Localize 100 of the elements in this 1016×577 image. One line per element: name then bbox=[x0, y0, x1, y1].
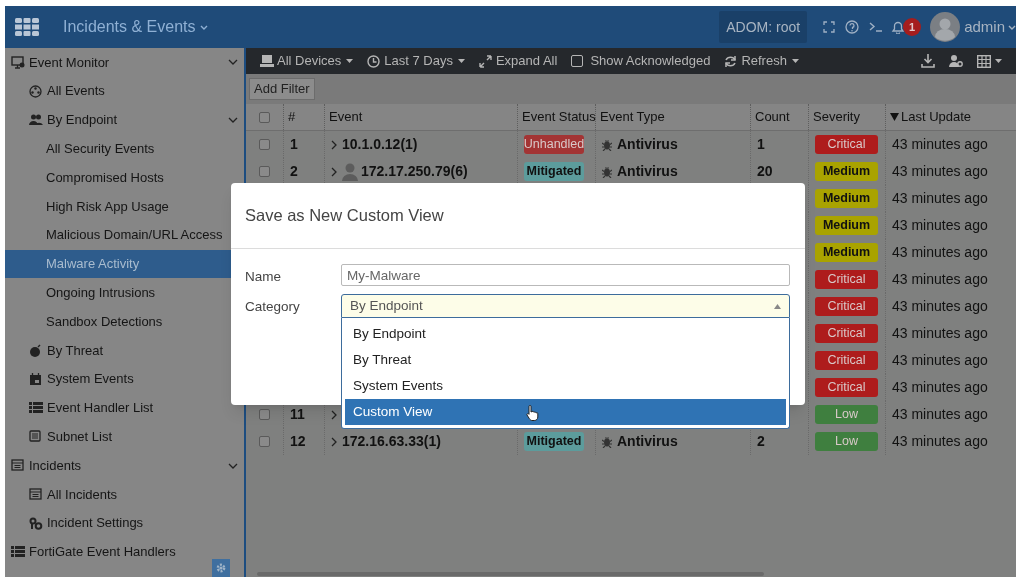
column-header[interactable]: Event Type bbox=[600, 107, 665, 127]
select-all-checkbox[interactable] bbox=[259, 111, 270, 123]
toolbar-dropdown[interactable]: Refresh bbox=[724, 51, 799, 71]
last-update: 43 minutes ago bbox=[892, 189, 988, 208]
users-icon bbox=[29, 113, 43, 127]
toolbar-dropdown[interactable]: All Devices bbox=[260, 51, 354, 71]
event-count: 20 bbox=[757, 162, 773, 181]
severity-tag: Critical bbox=[815, 378, 878, 397]
bug-icon bbox=[602, 165, 612, 178]
row-checkbox[interactable] bbox=[259, 166, 270, 177]
sidebar-item[interactable]: Event Handler List bbox=[5, 393, 244, 423]
sidebar-item[interactable]: All Events bbox=[5, 76, 244, 106]
column-header[interactable]: Event Status bbox=[522, 107, 596, 127]
dropdown-option[interactable]: Custom View bbox=[345, 399, 786, 426]
row-checkbox[interactable] bbox=[259, 436, 270, 447]
adom-selector[interactable]: ADOM: root bbox=[719, 11, 808, 43]
columns-button[interactable] bbox=[977, 54, 1002, 68]
sidebar-item[interactable]: System Events bbox=[5, 364, 244, 394]
row-number: 12 bbox=[290, 432, 306, 451]
grid-icon bbox=[977, 54, 991, 68]
field-label: Category bbox=[245, 298, 301, 317]
gears-icon bbox=[29, 516, 43, 530]
subnet-icon bbox=[29, 430, 43, 444]
monitor-icon bbox=[11, 55, 25, 69]
list-icon bbox=[11, 545, 25, 559]
last-update: 43 minutes ago bbox=[892, 297, 988, 316]
severity-tag: Critical bbox=[815, 270, 878, 289]
dropdown-option[interactable]: By Threat bbox=[345, 347, 786, 374]
severity-tag: Critical bbox=[815, 297, 878, 316]
refresh-icon bbox=[724, 54, 739, 68]
column-header[interactable]: Event bbox=[329, 107, 363, 127]
add-filter-button[interactable]: Add Filter bbox=[249, 78, 315, 100]
column-header[interactable]: # bbox=[288, 107, 296, 127]
sidebar-item[interactable]: Incident Settings bbox=[5, 508, 244, 538]
last-update: 43 minutes ago bbox=[892, 351, 988, 370]
device-icon bbox=[260, 54, 274, 68]
list-icon bbox=[29, 401, 43, 415]
column-header[interactable]: Last Update bbox=[901, 107, 972, 127]
row-checkbox[interactable] bbox=[259, 139, 270, 150]
window-icon bbox=[11, 459, 25, 473]
dropdown-option[interactable]: By Endpoint bbox=[345, 321, 786, 348]
name-input[interactable]: My-Malware bbox=[341, 264, 790, 286]
severity-tag: Critical bbox=[815, 135, 878, 154]
last-update: 43 minutes ago bbox=[892, 135, 988, 154]
toolbar-button[interactable]: Expand All bbox=[478, 51, 558, 71]
row-number: 1 bbox=[290, 135, 298, 154]
sidebar-item[interactable]: All Incidents bbox=[5, 479, 244, 509]
caret-down-icon bbox=[791, 58, 799, 64]
row-checkbox[interactable] bbox=[259, 409, 270, 420]
caret-down-icon bbox=[346, 58, 354, 64]
bell-icon bbox=[891, 20, 906, 34]
sidebar-item[interactable]: By Threat bbox=[5, 335, 244, 365]
severity-tag: Medium bbox=[815, 162, 878, 181]
sidebar-item[interactable]: FortiGate Event Handlers bbox=[5, 537, 244, 567]
category-select[interactable]: By Endpoint bbox=[341, 294, 790, 319]
notification-badge: 1 bbox=[903, 18, 922, 36]
severity-tag: Critical bbox=[815, 324, 878, 343]
sidebar-item[interactable]: Event Monitor bbox=[5, 48, 244, 77]
sidebar-item[interactable]: Subnet List bbox=[5, 422, 244, 452]
last-update: 43 minutes ago bbox=[892, 162, 988, 181]
sidebar-item[interactable]: Incidents bbox=[5, 451, 244, 480]
column-header[interactable]: Severity bbox=[813, 107, 860, 127]
bug-icon bbox=[602, 138, 612, 151]
last-update: 43 minutes ago bbox=[892, 216, 988, 235]
event-count: 2 bbox=[757, 432, 765, 451]
toolbar-dropdown[interactable]: Last 7 Days bbox=[367, 51, 465, 71]
clock-icon bbox=[367, 54, 382, 68]
event-type: Antivirus bbox=[617, 162, 678, 181]
user-settings-icon bbox=[949, 54, 963, 68]
event-name: 172.16.63.33(1) bbox=[342, 432, 441, 451]
expand-icon bbox=[478, 54, 493, 68]
column-header[interactable]: Count bbox=[755, 107, 790, 127]
caret-up-icon bbox=[774, 303, 781, 309]
sidebar-item[interactable]: All Security Events bbox=[5, 134, 244, 164]
status-tag: Unhandled bbox=[524, 135, 584, 154]
status-tag: Mitigated bbox=[524, 162, 584, 181]
last-update: 43 minutes ago bbox=[892, 405, 988, 424]
last-update: 43 minutes ago bbox=[892, 378, 988, 397]
bug-icon bbox=[602, 435, 612, 448]
app-menu[interactable]: Incidents & Events bbox=[63, 15, 209, 39]
hand-cursor-icon bbox=[525, 405, 539, 423]
chevron-down-icon bbox=[228, 59, 238, 66]
severity-tag: Low bbox=[815, 405, 878, 424]
chevron-down-icon bbox=[228, 462, 238, 469]
user-menu[interactable]: admin bbox=[964, 15, 1016, 39]
chevron-down-icon bbox=[199, 23, 209, 31]
sidebar-item[interactable]: Compromised Hosts bbox=[5, 163, 244, 192]
chevron-down-icon bbox=[1008, 23, 1016, 31]
event-name: 172.17.250.79(6) bbox=[361, 162, 468, 181]
settings-button[interactable] bbox=[212, 559, 230, 577]
event-count: 1 bbox=[757, 135, 765, 154]
terminal-icon bbox=[869, 21, 884, 33]
chevron-down-icon bbox=[228, 117, 238, 123]
sidebar-item[interactable]: By Endpoint bbox=[5, 105, 244, 135]
bomb-icon bbox=[29, 343, 43, 357]
show-acknowledged-checkbox[interactable]: Show Acknowledged bbox=[571, 51, 711, 71]
severity-tag: Medium bbox=[815, 243, 878, 262]
dropdown-option[interactable]: System Events bbox=[345, 373, 786, 400]
event-name: 10.1.0.12(1) bbox=[342, 135, 418, 154]
help-icon bbox=[845, 20, 860, 34]
